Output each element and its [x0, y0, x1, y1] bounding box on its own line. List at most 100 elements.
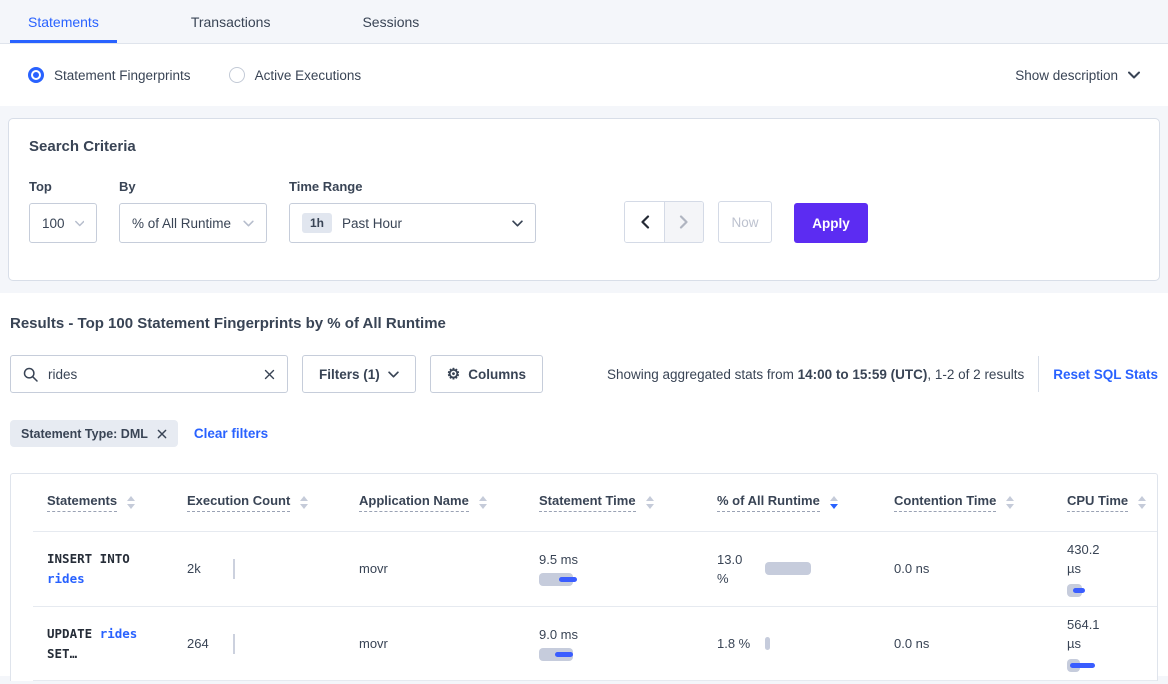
filter-chip-label: Statement Type: DML — [21, 427, 148, 441]
chevron-right-icon — [679, 215, 689, 229]
contention-time-cell: 0.0 ns — [894, 636, 1067, 651]
column-header-statements[interactable]: Statements — [47, 493, 187, 512]
remove-filter-icon[interactable] — [157, 429, 167, 439]
sort-icon — [300, 496, 308, 509]
now-button[interactable]: Now — [718, 201, 772, 243]
time-range-badge: 1h — [302, 213, 332, 233]
time-nav-group — [624, 201, 704, 243]
gear-icon: ⚙ — [447, 367, 460, 382]
column-header-application-name[interactable]: Application Name — [359, 493, 539, 512]
tab-statements[interactable]: Statements — [10, 0, 117, 43]
radio-label: Statement Fingerprints — [54, 68, 191, 83]
application-name-cell: movr — [359, 561, 539, 576]
top-select[interactable]: 100 — [29, 203, 97, 243]
pct-runtime-cell: 1.8 % — [717, 634, 894, 653]
pct-runtime-cell: 13.0 % — [717, 550, 894, 588]
sort-icon — [1006, 496, 1014, 509]
cpu-time-bar — [1067, 659, 1127, 672]
filters-button[interactable]: Filters (1) — [302, 355, 416, 393]
statement-fingerprint-cell: INSERT INTO rides — [47, 549, 151, 589]
sort-icon — [127, 496, 135, 509]
divider — [1038, 356, 1039, 392]
filters-label: Filters (1) — [319, 367, 380, 382]
execution-count-cell: 2k — [187, 561, 359, 576]
cpu-time-bar — [1067, 584, 1127, 597]
time-range-select[interactable]: 1h Past Hour — [289, 203, 536, 243]
view-mode-bar: Statement Fingerprints Active Executions… — [0, 44, 1168, 106]
cpu-time-cell: 564.1 µs — [1067, 615, 1157, 672]
sort-icon — [646, 496, 654, 509]
chevron-down-icon — [243, 220, 254, 227]
chevron-down-icon — [75, 220, 84, 227]
chevron-down-icon — [1128, 71, 1140, 79]
radio-active-executions[interactable]: Active Executions — [229, 67, 362, 83]
search-criteria-panel: Search Criteria Top 100 By % of All Runt… — [8, 118, 1160, 281]
by-select-value: % of All Runtime — [132, 216, 231, 231]
top-select-value: 100 — [42, 216, 65, 231]
statement-fingerprint-cell: UPDATE rides SET… — [47, 624, 151, 664]
search-input[interactable] — [48, 367, 254, 382]
time-next-button[interactable] — [664, 202, 703, 242]
chevron-down-icon — [388, 371, 399, 378]
stats-time-range: 14:00 to 15:59 (UTC) — [798, 367, 928, 382]
top-tab-bar: Statements Transactions Sessions — [0, 0, 1168, 44]
sort-icon-active-desc — [830, 496, 838, 509]
results-heading: Results - Top 100 Statement Fingerprints… — [10, 315, 1158, 332]
chevron-down-icon — [512, 220, 523, 227]
top-label: Top — [29, 179, 119, 194]
radio-label: Active Executions — [255, 68, 362, 83]
radio-unselected-icon — [229, 67, 245, 83]
contention-time-cell: 0.0 ns — [894, 561, 1067, 576]
table-row: UPDATE rides SET… 264 movr 9.0 ms — [11, 606, 1157, 681]
pct-runtime-bar — [765, 637, 770, 650]
radio-statement-fingerprints[interactable]: Statement Fingerprints — [28, 67, 191, 83]
statement-time-cell: 9.0 ms — [539, 627, 717, 661]
column-header-cpu-time[interactable]: CPU Time — [1067, 493, 1157, 512]
chevron-left-icon — [640, 215, 650, 229]
panel-title: Search Criteria — [29, 138, 1139, 155]
application-name-cell: movr — [359, 636, 539, 651]
sort-icon — [479, 496, 487, 509]
time-range-label: Time Range — [289, 179, 536, 194]
tab-transactions[interactable]: Transactions — [173, 0, 289, 43]
statements-table: Statements Execution Count Application N… — [10, 473, 1158, 681]
column-header-statement-time[interactable]: Statement Time — [539, 493, 717, 512]
sort-icon — [1138, 496, 1146, 509]
show-description-label: Show description — [1015, 68, 1118, 83]
by-label: By — [119, 179, 289, 194]
columns-label: Columns — [468, 367, 526, 382]
execution-count-bar — [233, 634, 235, 654]
statement-link[interactable]: rides — [47, 571, 85, 586]
aggregated-stats-text: Showing aggregated stats from 14:00 to 1… — [607, 367, 1024, 382]
search-icon — [23, 367, 38, 382]
column-header-execution-count[interactable]: Execution Count — [187, 493, 359, 512]
filter-chip-statement-type: Statement Type: DML — [10, 420, 178, 447]
statement-time-bar — [539, 648, 599, 661]
statement-time-bar — [539, 573, 599, 586]
clear-filters-link[interactable]: Clear filters — [194, 426, 268, 441]
results-section: Results - Top 100 Statement Fingerprints… — [0, 293, 1168, 676]
time-prev-button[interactable] — [625, 202, 664, 242]
execution-count-cell: 264 — [187, 636, 359, 651]
column-header-pct-all-runtime[interactable]: % of All Runtime — [717, 493, 894, 512]
pct-runtime-bar — [765, 562, 811, 575]
search-box — [10, 355, 288, 393]
cpu-time-cell: 430.2 µs — [1067, 540, 1157, 597]
filter-chips-row: Statement Type: DML Clear filters — [10, 420, 1158, 447]
apply-button[interactable]: Apply — [794, 203, 868, 243]
table-header-row: Statements Execution Count Application N… — [11, 474, 1157, 531]
statement-time-cell: 9.5 ms — [539, 552, 717, 586]
show-description-toggle[interactable]: Show description — [1015, 68, 1140, 83]
by-select[interactable]: % of All Runtime — [119, 203, 267, 243]
time-range-value: Past Hour — [342, 216, 402, 231]
radio-selected-icon — [28, 67, 44, 83]
reset-sql-stats-link[interactable]: Reset SQL Stats — [1053, 367, 1158, 382]
statement-link[interactable]: rides — [100, 626, 138, 641]
execution-count-bar — [233, 559, 235, 579]
clear-search-icon[interactable] — [264, 369, 275, 380]
column-header-contention-time[interactable]: Contention Time — [894, 493, 1067, 512]
columns-button[interactable]: ⚙ Columns — [430, 355, 543, 393]
results-toolbar: Filters (1) ⚙ Columns Showing aggregated… — [10, 355, 1158, 393]
table-row: INSERT INTO rides 2k movr 9.5 ms — [11, 531, 1157, 606]
tab-sessions[interactable]: Sessions — [344, 0, 437, 43]
